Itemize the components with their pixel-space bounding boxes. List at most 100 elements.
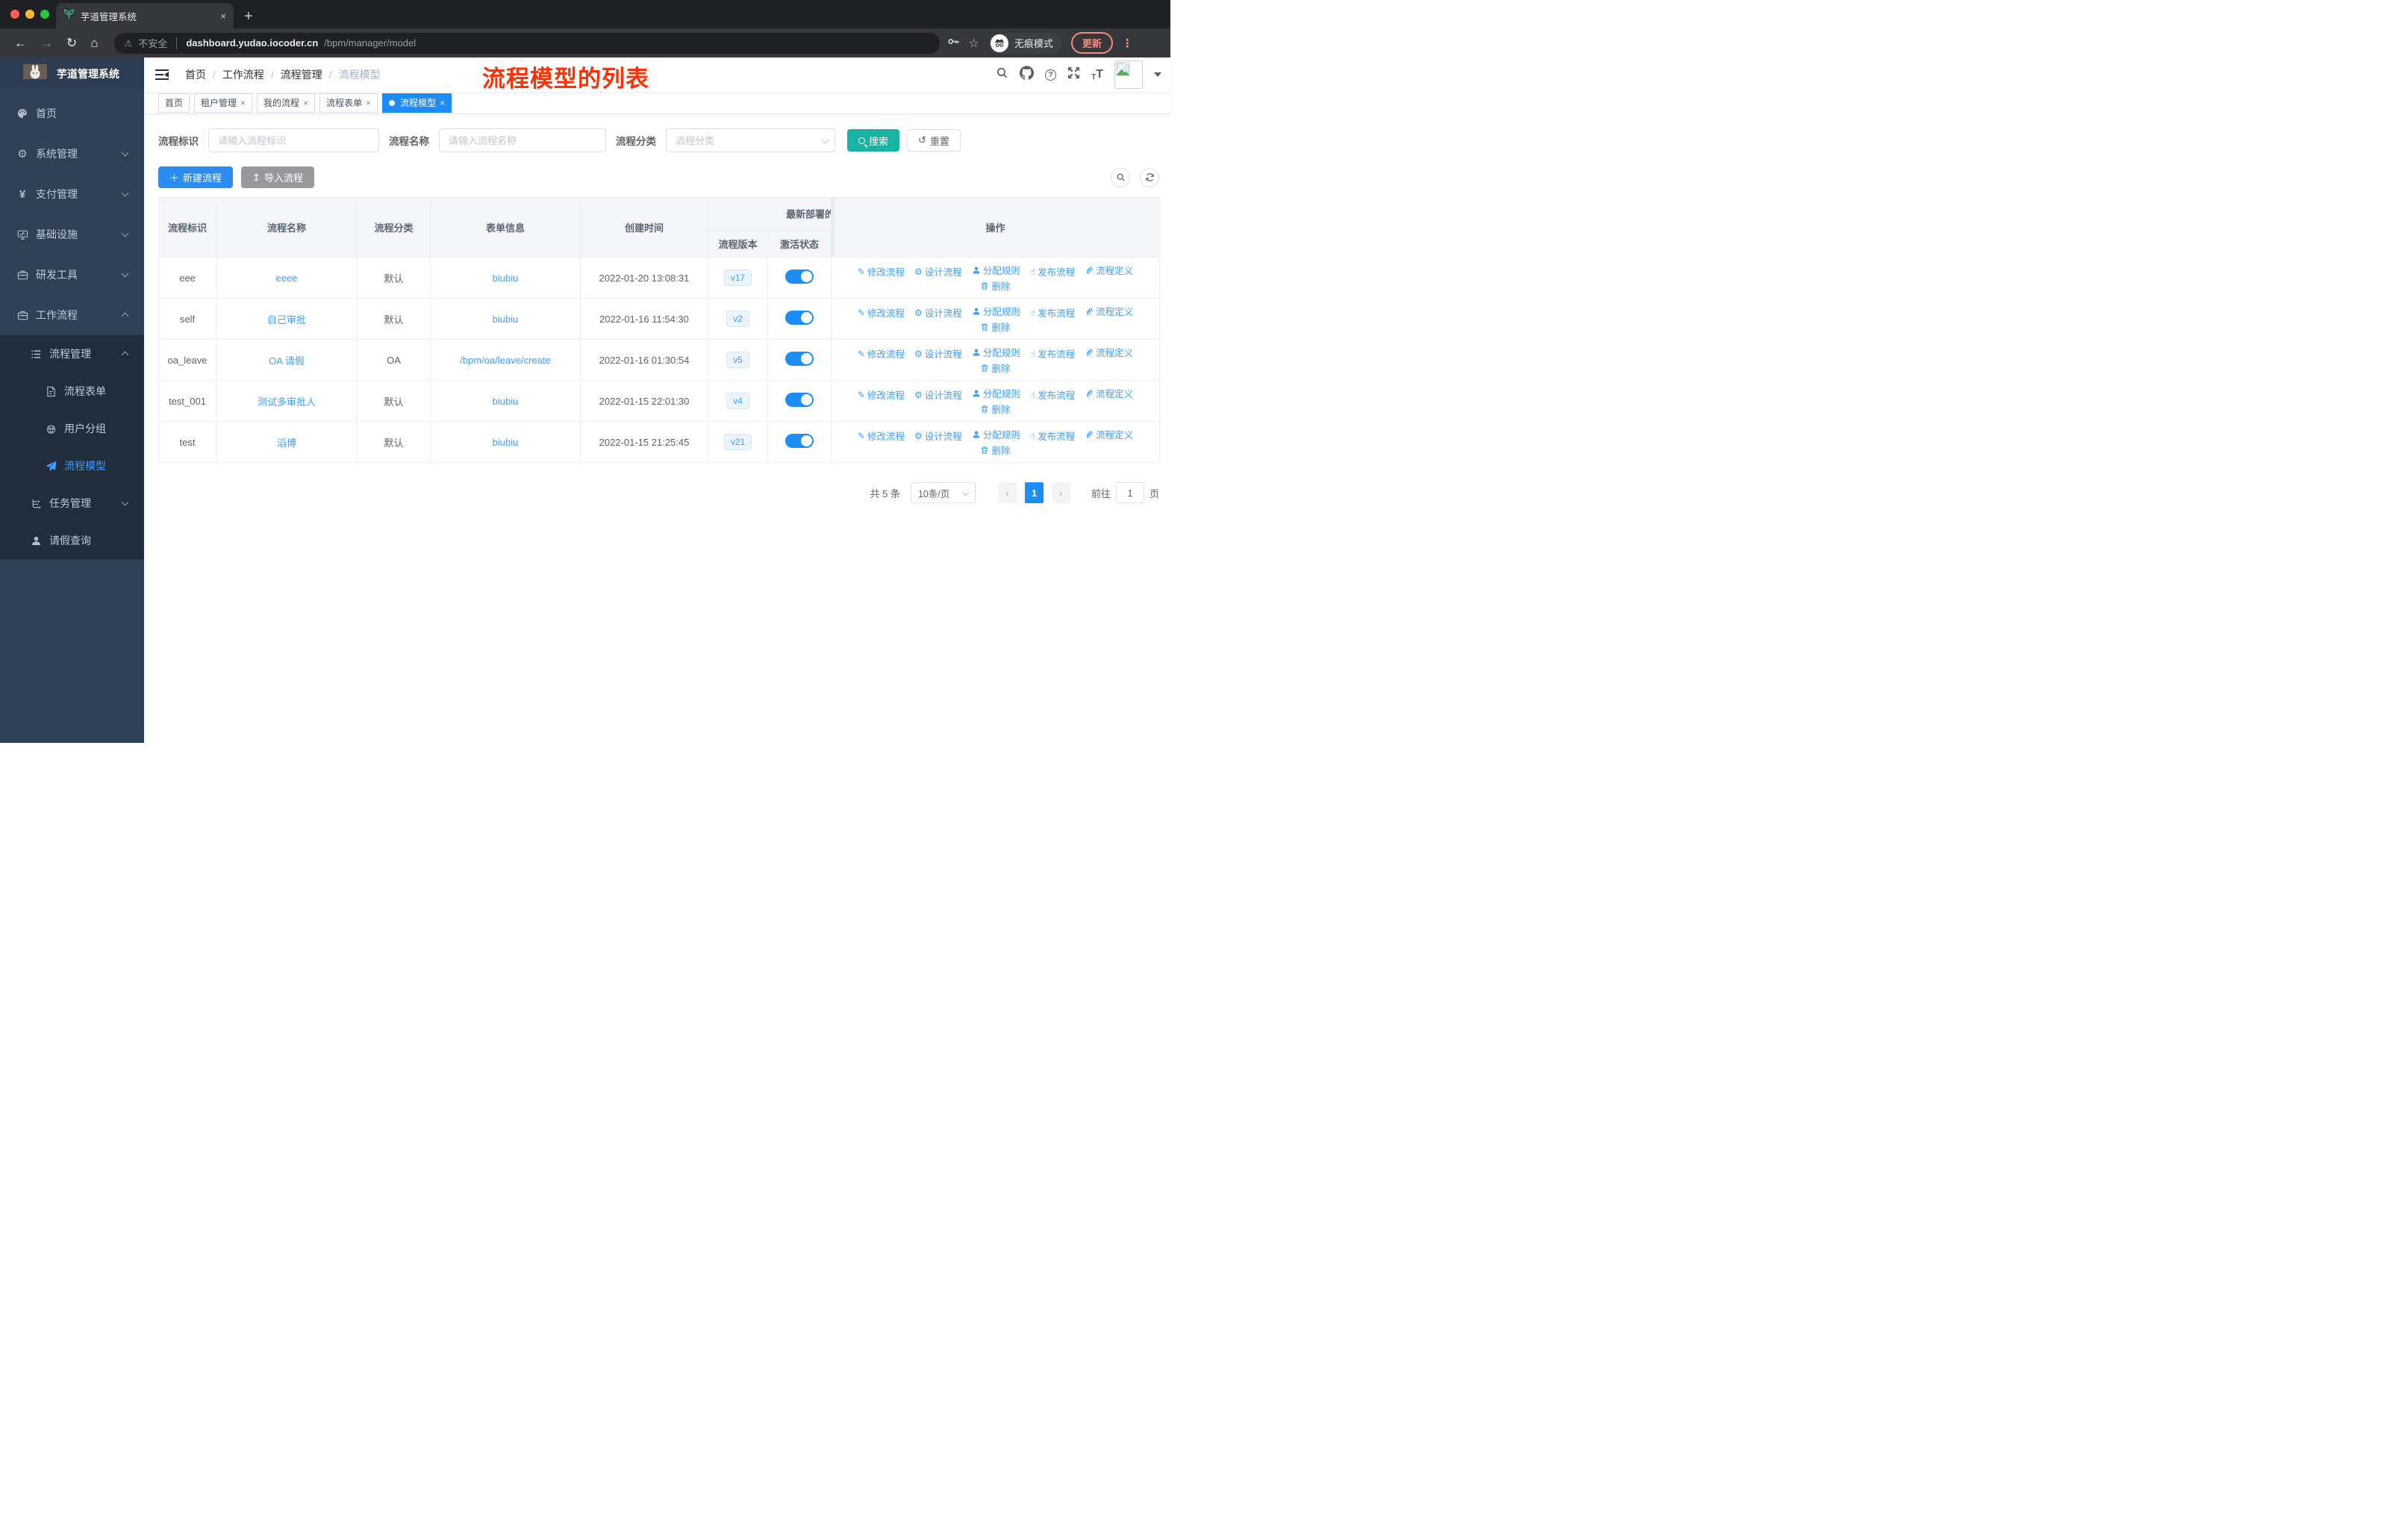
active-status-toggle[interactable] (785, 393, 814, 407)
action-设计流程[interactable]: ⚙ 设计流程 (914, 346, 962, 361)
action-分配规则[interactable]: 分配规则 (972, 386, 1020, 400)
action-删除[interactable]: 删除 (980, 402, 1011, 416)
action-修改流程[interactable]: ✎ 修改流程 (858, 387, 905, 402)
action-发布流程[interactable]: ☝ 发布流程 (1030, 305, 1075, 320)
action-发布流程[interactable]: ☝ 发布流程 (1030, 429, 1075, 443)
sidebar-item-流程表单[interactable]: 流程表单 (0, 373, 144, 410)
create-process-button[interactable]: ＋新建流程 (158, 166, 234, 188)
user-avatar[interactable] (1114, 60, 1143, 89)
font-size-icon[interactable]: TT (1091, 68, 1103, 81)
action-流程定义[interactable]: 流程定义 (1085, 345, 1133, 359)
back-icon[interactable]: ← (14, 37, 27, 49)
browser-tab[interactable]: 芋道管理系统 × (56, 3, 234, 28)
sidebar-item-支付管理[interactable]: ¥ 支付管理 (0, 174, 144, 214)
close-icon[interactable]: × (440, 98, 445, 108)
process-name-link[interactable]: 滔博 (277, 437, 296, 449)
next-page-button[interactable]: › (1051, 482, 1070, 503)
action-修改流程[interactable]: ✎ 修改流程 (858, 305, 905, 320)
process-name-link[interactable]: 自己审批 (267, 314, 306, 326)
form-info-link[interactable]: biubiu (493, 396, 519, 407)
active-status-toggle[interactable] (785, 311, 814, 325)
prev-page-button[interactable]: ‹ (997, 482, 1017, 503)
update-button[interactable]: 更新 (1070, 32, 1113, 54)
collapse-sidebar-icon[interactable] (155, 69, 169, 81)
sidebar-item-工作流程[interactable]: 工作流程 (0, 295, 144, 335)
form-info-link[interactable]: biubiu (493, 273, 519, 284)
action-流程定义[interactable]: 流程定义 (1085, 386, 1133, 400)
fullscreen-icon[interactable] (1067, 66, 1080, 83)
action-分配规则[interactable]: 分配规则 (972, 304, 1020, 318)
close-icon[interactable]: × (366, 98, 371, 108)
tab-首页[interactable]: 首页 (158, 93, 190, 113)
action-设计流程[interactable]: ⚙ 设计流程 (914, 387, 962, 402)
breadcrumb-item[interactable]: 首页 (185, 67, 206, 82)
action-删除[interactable]: 删除 (980, 361, 1011, 375)
maximize-window-button[interactable] (40, 10, 49, 19)
bookmark-star-icon[interactable]: ☆ (969, 36, 979, 51)
github-icon[interactable] (1020, 66, 1035, 84)
refresh-table-button[interactable] (1140, 167, 1159, 187)
close-icon[interactable]: × (303, 98, 308, 108)
help-icon[interactable]: ? (1045, 69, 1057, 81)
action-删除[interactable]: 删除 (980, 278, 1011, 293)
active-status-toggle[interactable] (785, 270, 814, 284)
search-button[interactable]: 搜索 (847, 129, 900, 152)
action-设计流程[interactable]: ⚙ 设计流程 (914, 305, 962, 320)
sidebar-item-研发工具[interactable]: 研发工具 (0, 255, 144, 295)
search-icon[interactable] (996, 66, 1008, 83)
not-secure-label[interactable]: 不安全 (138, 36, 167, 50)
process-name-link[interactable]: OA 请假 (269, 355, 305, 367)
action-修改流程[interactable]: ✎ 修改流程 (858, 429, 905, 443)
process-id-input[interactable] (208, 128, 379, 152)
action-修改流程[interactable]: ✎ 修改流程 (858, 346, 905, 361)
action-发布流程[interactable]: ☝ 发布流程 (1030, 387, 1075, 402)
process-category-select-input[interactable] (666, 128, 835, 152)
breadcrumb-item[interactable]: 流程模型 (339, 67, 381, 82)
action-发布流程[interactable]: ☝ 发布流程 (1030, 264, 1075, 278)
action-设计流程[interactable]: ⚙ 设计流程 (914, 264, 962, 278)
action-流程定义[interactable]: 流程定义 (1085, 427, 1133, 441)
process-category-select[interactable] (666, 128, 835, 152)
action-修改流程[interactable]: ✎ 修改流程 (858, 264, 905, 278)
page-size-select[interactable]: 10条/页 (910, 482, 976, 503)
goto-page-input[interactable] (1115, 482, 1144, 503)
key-icon[interactable] (947, 35, 960, 52)
form-info-link[interactable]: biubiu (493, 437, 519, 448)
action-删除[interactable]: 删除 (980, 443, 1011, 457)
sidebar-item-任务管理[interactable]: 任务管理 (0, 485, 144, 522)
tab-流程模型[interactable]: 流程模型 × (382, 93, 452, 113)
process-name-link[interactable]: 测试多审批人 (258, 396, 316, 408)
process-name-link[interactable]: eeee (276, 273, 298, 284)
action-流程定义[interactable]: 流程定义 (1085, 304, 1133, 318)
browser-menu-icon[interactable]: ⋮ (1122, 37, 1133, 50)
reload-icon[interactable]: ↻ (66, 37, 77, 49)
home-icon[interactable]: ⌂ (90, 37, 98, 49)
breadcrumb[interactable]: 首页 / 工作流程 / 流程管理 / 流程模型 (185, 67, 381, 82)
tab-流程表单[interactable]: 流程表单 × (319, 93, 378, 113)
page-number-1[interactable]: 1 (1024, 482, 1044, 503)
new-tab-button[interactable]: + (244, 9, 253, 24)
sidebar-item-请假查询[interactable]: 请假查询 (0, 522, 144, 559)
breadcrumb-item[interactable]: 流程管理 (281, 67, 322, 82)
action-删除[interactable]: 删除 (980, 320, 1011, 334)
breadcrumb-item[interactable]: 工作流程 (222, 67, 264, 82)
reset-button[interactable]: ↺ 重置 (907, 129, 961, 152)
sidebar-item-首页[interactable]: 首页 (0, 93, 144, 134)
active-status-toggle[interactable] (785, 352, 814, 366)
close-icon[interactable]: × (240, 98, 246, 108)
action-设计流程[interactable]: ⚙ 设计流程 (914, 429, 962, 443)
forward-icon[interactable]: → (40, 37, 53, 49)
process-name-input[interactable] (439, 128, 606, 152)
import-process-button[interactable]: ↥ 导入流程 (241, 166, 314, 188)
toggle-search-button[interactable] (1111, 167, 1130, 187)
active-status-toggle[interactable] (785, 434, 814, 448)
action-分配规则[interactable]: 分配规则 (972, 427, 1020, 441)
action-发布流程[interactable]: ☝ 发布流程 (1030, 346, 1075, 361)
form-info-link[interactable]: /bpm/oa/leave/create (460, 355, 550, 366)
sidebar-item-流程模型[interactable]: 流程模型 (0, 447, 144, 485)
chevron-down-icon[interactable] (1154, 72, 1161, 77)
tab-我的流程[interactable]: 我的流程 × (257, 93, 316, 113)
address-bar[interactable]: ⚠ 不安全 dashboard.yudao.iocoder.cn/bpm/man… (113, 32, 940, 54)
action-流程定义[interactable]: 流程定义 (1085, 263, 1133, 277)
sidebar-item-系统管理[interactable]: ⚙ 系统管理 (0, 134, 144, 174)
